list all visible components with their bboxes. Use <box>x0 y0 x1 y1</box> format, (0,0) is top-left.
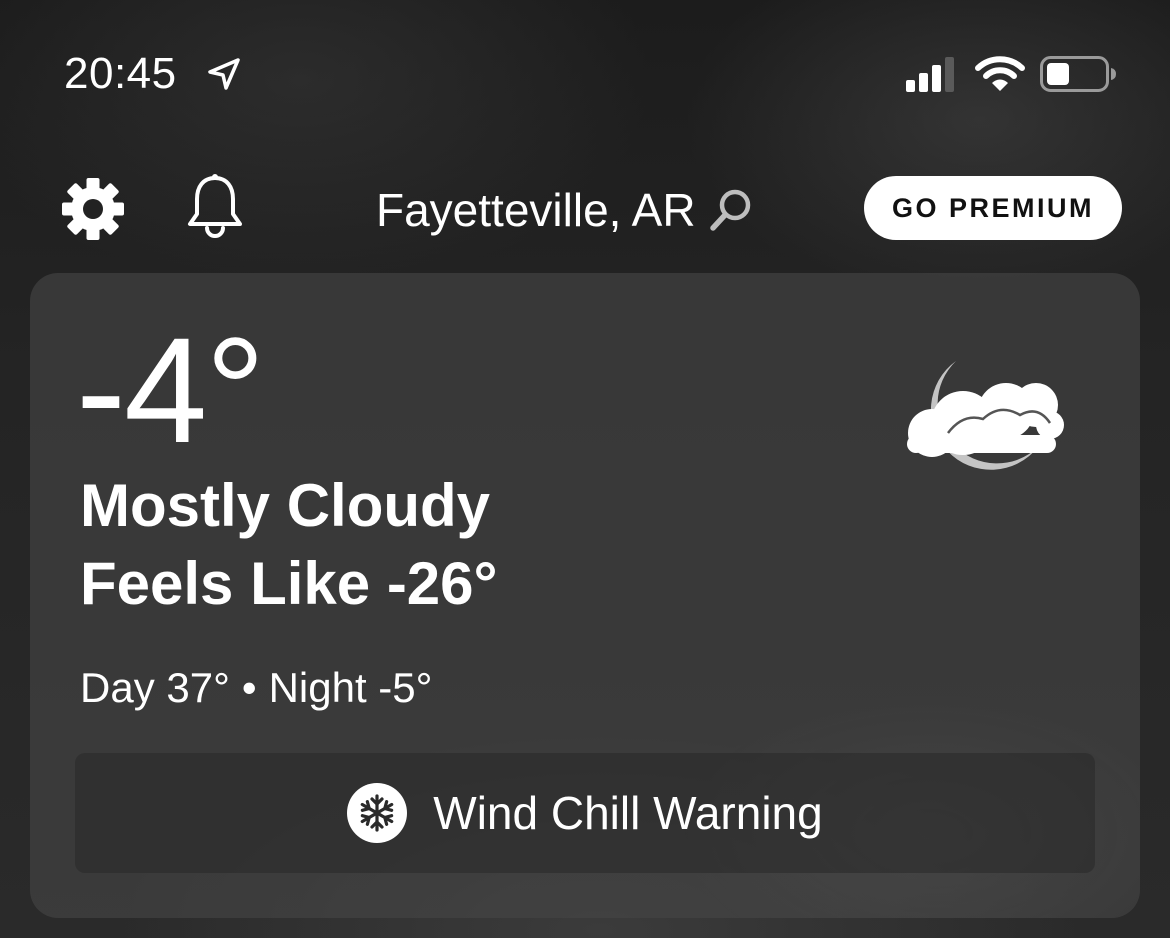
signal-icon <box>906 57 954 92</box>
day-temp: Day 37° <box>80 664 230 711</box>
wind-chill-alert[interactable]: Wind Chill Warning <box>75 753 1095 873</box>
alert-label: Wind Chill Warning <box>433 787 823 839</box>
current-conditions-card[interactable]: -4° Mostly Cloudy Feels Like -26° Day 37… <box>30 273 1140 918</box>
location-name: Fayetteville, AR <box>376 184 696 236</box>
battery-icon <box>1040 56 1116 92</box>
status-time: 20:45 <box>64 49 177 98</box>
snowflake-icon <box>347 783 408 843</box>
location-arrow-icon <box>208 58 240 90</box>
day-night-temps: Day 37° • Night -5° <box>80 663 432 713</box>
location-search[interactable]: Fayetteville, AR <box>376 180 756 240</box>
current-temperature: -4° <box>76 306 265 474</box>
night-temp: Night -5° <box>268 664 433 711</box>
go-premium-button[interactable]: GO PREMIUM <box>864 176 1122 240</box>
status-bar: 20:45 <box>0 0 1170 150</box>
separator-dot: • <box>241 664 257 711</box>
condition-text: Mostly Cloudy <box>80 472 491 539</box>
gear-icon[interactable] <box>60 176 126 242</box>
bell-icon[interactable] <box>182 172 248 242</box>
search-icon <box>709 189 750 231</box>
feels-like-text: Feels Like -26° <box>80 550 498 617</box>
moon-cloud-icon <box>907 361 1064 470</box>
wifi-icon <box>975 56 1025 91</box>
